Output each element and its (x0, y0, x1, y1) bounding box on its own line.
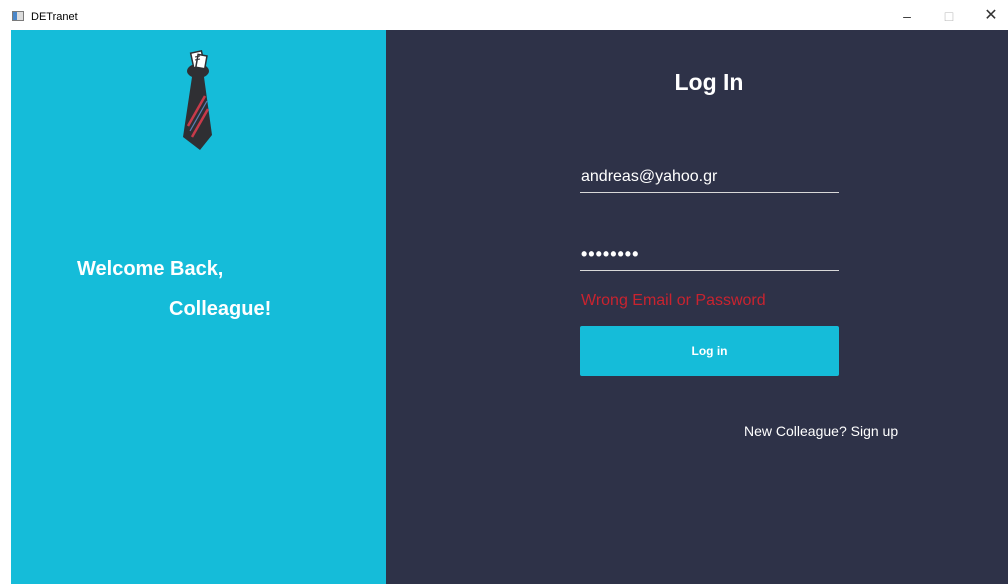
signup-link[interactable]: New Colleague? Sign up (744, 422, 898, 440)
password-field[interactable] (580, 239, 839, 271)
login-button[interactable]: Log in (580, 326, 839, 376)
app-window-icon (12, 11, 24, 21)
login-error-message: Wrong Email or Password (581, 292, 766, 309)
maximize-button[interactable]: □ (935, 6, 963, 26)
email-field[interactable] (580, 161, 839, 193)
tie-logo-icon (183, 50, 212, 150)
window-title: DETranet (31, 11, 78, 23)
app-window: DETranet – □ ✕ Welcome Back, Colleague! … (0, 0, 1008, 584)
login-panel: Log In Wrong Email or Password Log in Ne… (386, 30, 1008, 584)
login-title: Log In (674, 69, 744, 95)
title-bar[interactable]: DETranet – □ ✕ (0, 0, 1008, 30)
minimize-button[interactable]: – (893, 6, 921, 26)
welcome-panel: Welcome Back, Colleague! (11, 30, 386, 584)
close-button[interactable]: ✕ (977, 6, 1005, 26)
welcome-subheading: Colleague! (169, 298, 272, 320)
welcome-heading: Welcome Back, (77, 258, 224, 280)
